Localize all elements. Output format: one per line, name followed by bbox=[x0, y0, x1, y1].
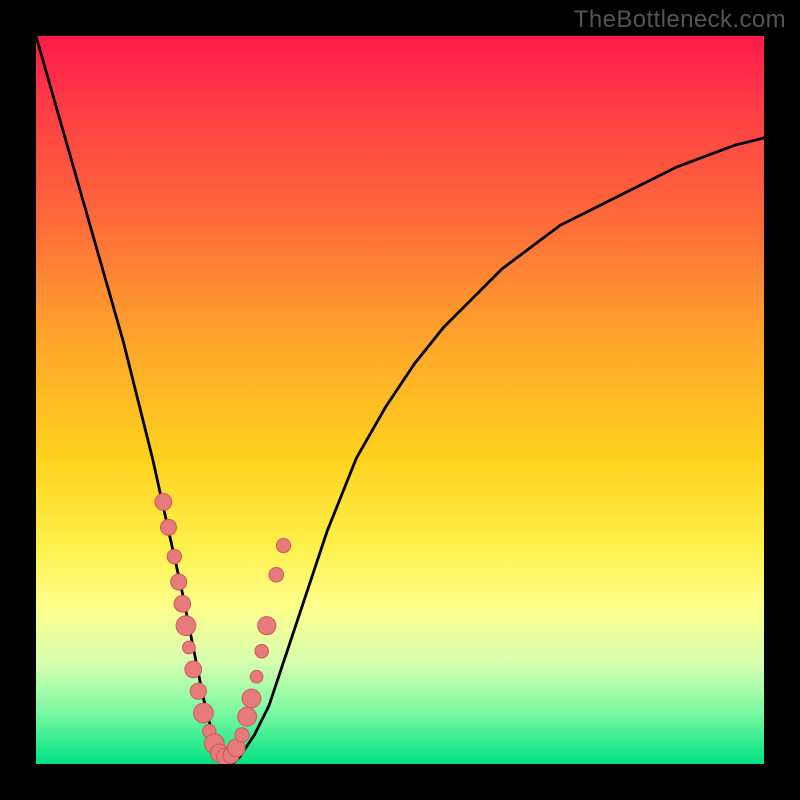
marker-dot bbox=[185, 661, 202, 678]
device-markers bbox=[155, 494, 291, 764]
marker-dot bbox=[190, 683, 206, 699]
marker-dot bbox=[155, 494, 172, 511]
curve-layer bbox=[36, 36, 764, 764]
marker-dot bbox=[161, 519, 177, 535]
marker-dot bbox=[250, 670, 263, 683]
chart-frame: TheBottleneck.com bbox=[0, 0, 800, 800]
marker-dot bbox=[258, 617, 276, 635]
marker-dot bbox=[176, 616, 196, 636]
marker-dot bbox=[276, 539, 290, 553]
plot-area bbox=[36, 36, 764, 764]
marker-dot bbox=[238, 707, 257, 726]
marker-dot bbox=[255, 644, 269, 658]
marker-dot bbox=[269, 567, 284, 582]
marker-dot bbox=[235, 728, 249, 742]
marker-dot bbox=[174, 596, 191, 613]
marker-dot bbox=[167, 549, 181, 563]
marker-dot bbox=[242, 689, 261, 708]
marker-dot bbox=[194, 703, 214, 723]
bottleneck-curve bbox=[36, 36, 764, 764]
marker-dot bbox=[182, 641, 195, 654]
watermark-text: TheBottleneck.com bbox=[574, 6, 786, 34]
marker-dot bbox=[171, 574, 187, 590]
